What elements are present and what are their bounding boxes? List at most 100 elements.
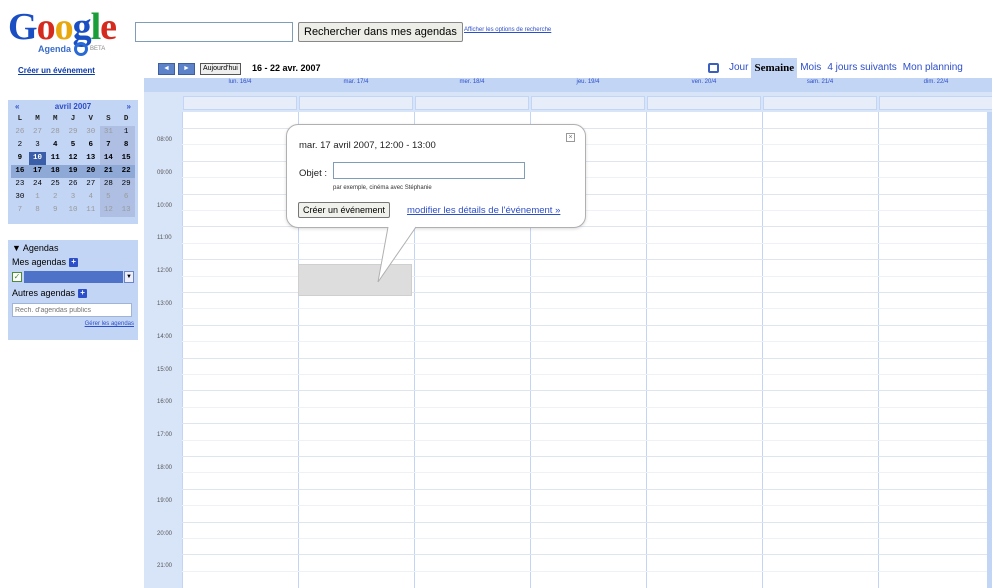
tab-view-3[interactable]: 4 jours suivants [824,58,899,78]
mini-day-cell[interactable]: 10 [64,204,82,217]
mini-day-cell[interactable]: 22 [117,165,135,178]
mini-next-month-button[interactable]: » [127,102,131,113]
all-day-cell-6[interactable] [879,96,992,110]
all-day-cell-3[interactable] [531,96,645,110]
tab-view-2[interactable]: Mois [797,58,824,78]
mini-day-cell[interactable]: 1 [29,191,47,204]
logo-wordmark: Google [8,6,117,48]
mini-day-cell[interactable]: 5 [99,191,118,204]
day-header-4[interactable]: ven. 20/4 [646,79,762,85]
mini-day-cell[interactable]: 24 [29,178,47,191]
calendar-checkbox-icon[interactable]: ✓ [12,272,22,282]
mini-day-cell[interactable]: 9 [46,204,64,217]
view-tabs: Jour Semaine Mois 4 jours suivants Mon plann… [726,58,966,78]
mini-day-cell[interactable]: 30 [11,191,29,204]
mini-day-cell[interactable]: 6 [82,139,100,152]
add-other-agenda-icon[interactable]: + [78,288,88,298]
mini-day-cell[interactable]: 21 [99,165,118,178]
mini-day-cell[interactable]: 7 [11,204,29,217]
mini-day-cell[interactable]: 3 [64,191,82,204]
manage-agendas-link[interactable]: Gérer les agendas [12,321,134,327]
mini-day-cell[interactable]: 30 [82,126,100,139]
close-icon[interactable]: × [566,133,575,142]
mini-day-cell[interactable]: 10 [28,152,47,165]
mini-day-cell[interactable]: 20 [81,165,100,178]
mini-day-cell[interactable]: 5 [64,139,82,152]
next-week-button[interactable]: ► [178,63,195,75]
day-header-6[interactable]: dim. 22/4 [878,79,992,85]
hour-line [182,423,992,425]
mini-day-cell[interactable]: 28 [46,126,64,139]
search-options-link[interactable]: Afficher les options de recherche [464,27,551,33]
mini-day-cell[interactable]: 8 [29,204,47,217]
object-input[interactable] [333,162,525,179]
quick-add-bubble: × mar. 17 avril 2007, 12:00 - 13:00 Obje… [286,124,586,228]
mini-day-cell[interactable]: 26 [11,126,29,139]
mini-prev-month-button[interactable]: « [15,102,19,113]
mini-day-cell[interactable]: 6 [117,191,135,204]
mini-day-cell[interactable]: 11 [46,152,64,165]
all-day-cell-5[interactable] [763,96,877,110]
search-agendas-button[interactable]: Rechercher dans mes agendas [298,22,463,42]
mini-day-cell[interactable]: 11 [82,204,100,217]
clock-logo-icon [74,42,88,56]
create-event-link[interactable]: Créer un événement [18,66,95,75]
mini-day-cell[interactable]: 31 [99,126,118,139]
mini-day-cell[interactable]: 1 [117,126,135,139]
mini-day-cell[interactable]: 15 [117,152,135,165]
mini-day-cell[interactable]: 18 [46,165,65,178]
google-agenda-logo[interactable]: Google Agenda BETA [8,8,128,58]
mini-day-cell[interactable]: 23 [11,178,29,191]
mini-day-cell[interactable]: 14 [99,152,118,165]
day-header-1[interactable]: mar. 17/4 [298,79,414,85]
mini-day-cell[interactable]: 26 [64,178,82,191]
mini-day-cell[interactable]: 12 [99,204,118,217]
add-my-agenda-icon[interactable]: + [69,257,79,267]
mini-day-cell[interactable]: 27 [29,126,47,139]
prev-week-button[interactable]: ◄ [158,63,175,75]
mini-day-cell[interactable]: 4 [46,139,64,152]
tab-view-1[interactable]: Semaine [751,58,798,78]
mini-calendar-grid: L M M J V S D 26 27 28 29 30 31 1 2 3 4 5 6 7 8 9 10 11 12 13 14 15… [11,113,135,217]
create-event-button[interactable]: Créer un événement [298,202,391,218]
mini-day-cell[interactable]: 13 [117,204,135,217]
chevron-down-icon[interactable]: ▼ [124,271,134,283]
my-calendar-item[interactable]: ✓ ▼ [12,270,134,284]
all-day-cell-2[interactable] [415,96,529,110]
mini-day-cell[interactable]: 25 [46,178,64,191]
tab-view-4[interactable]: Mon planning [900,58,966,78]
all-day-cell-0[interactable] [183,96,297,110]
calendar-color-bar[interactable] [24,271,123,283]
grid-scrollbar[interactable] [987,112,992,588]
print-icon[interactable] [708,63,719,73]
mini-day-cell[interactable]: 2 [11,139,29,152]
mini-day-cell[interactable]: 27 [82,178,100,191]
mini-day-cell[interactable]: 8 [117,139,135,152]
mini-day-cell[interactable]: 3 [29,139,47,152]
mini-day-cell[interactable]: 29 [117,178,135,191]
mini-day-cell[interactable]: 13 [82,152,100,165]
mini-day-cell[interactable]: 9 [11,152,29,165]
day-header-0[interactable]: lun. 16/4 [182,79,298,85]
edit-event-details-link[interactable]: modifier les détails de l'événement » [407,205,560,216]
day-header-5[interactable]: sam. 21/4 [762,79,878,85]
public-agendas-search-input[interactable] [12,303,132,317]
mini-day-cell[interactable]: 12 [64,152,82,165]
search-input[interactable] [135,22,293,42]
day-header-2[interactable]: mer. 18/4 [414,79,530,85]
mini-day-cell[interactable]: 29 [64,126,82,139]
agendas-toggle[interactable]: ▼ Agendas [12,243,134,253]
mini-day-cell[interactable]: 19 [64,165,82,178]
tab-view-0[interactable]: Jour [726,58,751,78]
mini-day-cell[interactable]: 17 [28,165,47,178]
mini-day-cell[interactable]: 2 [46,191,64,204]
mini-day-cell[interactable]: 28 [99,178,118,191]
all-day-cell-4[interactable] [647,96,761,110]
mini-day-cell[interactable]: 4 [82,191,100,204]
all-day-cell-1[interactable] [299,96,413,110]
today-button[interactable]: Aujourd'hui [200,63,241,75]
other-agendas-label: Autres agendas [12,288,76,298]
mini-day-cell[interactable]: 7 [99,139,118,152]
mini-day-cell[interactable]: 16 [11,165,29,178]
day-header-3[interactable]: jeu. 19/4 [530,79,646,85]
